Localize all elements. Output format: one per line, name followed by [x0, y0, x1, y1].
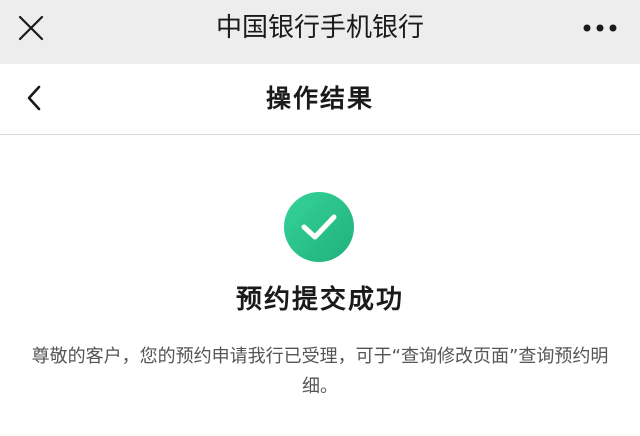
check-circle-icon [284, 192, 354, 262]
more-button[interactable] [578, 9, 622, 47]
app-title: 中国银行手机银行 [215, 13, 424, 43]
page-header: 操作结果 [0, 64, 640, 135]
wechat-top-bar: 中国银行手机银行 [0, 0, 640, 64]
page-title: 操作结果 [265, 84, 374, 113]
chevron-left-icon [27, 85, 41, 111]
result-content: 预约提交成功 尊敬的客户，您的预约申请我行已受理，可于“查询修改页面”查询预约明… [0, 135, 640, 436]
result-message: 尊敬的客户，您的预约申请我行已受理，可于“查询修改页面”查询预约明细。 [31, 346, 609, 397]
back-button[interactable] [16, 80, 52, 116]
result-title: 预约提交成功 [235, 285, 404, 315]
close-icon [18, 15, 44, 41]
more-icon [583, 24, 617, 32]
close-button[interactable] [12, 9, 50, 47]
